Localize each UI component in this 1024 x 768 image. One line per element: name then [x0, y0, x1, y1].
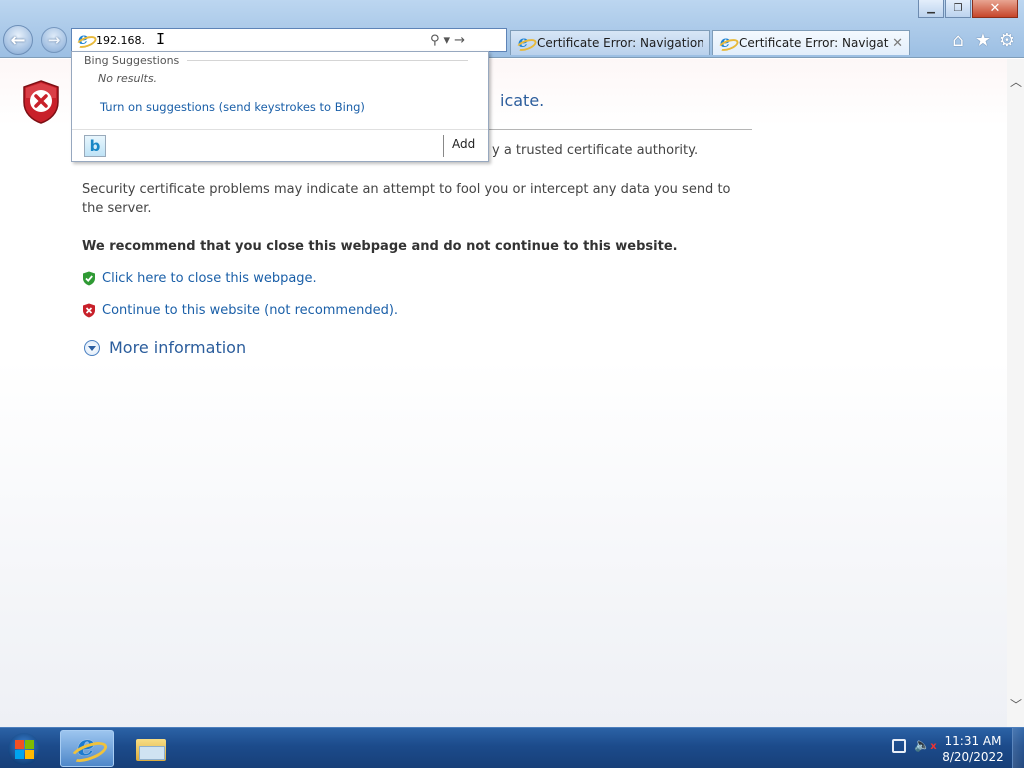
error-shield-icon — [23, 80, 59, 124]
address-suggestions-dropdown: Bing Suggestions No results. Turn on sug… — [71, 51, 489, 162]
ie-tab-icon — [719, 32, 735, 51]
close-tab-icon[interactable]: ✕ — [892, 36, 903, 51]
volume-muted-icon[interactable]: 🔈x — [914, 738, 937, 753]
tab-certificate-error-2[interactable]: Certificate Error: Navigation... ✕ — [712, 30, 910, 55]
page-heading: icate. — [500, 91, 545, 110]
more-information-link[interactable]: More information — [109, 338, 246, 357]
clock-date: 8/20/2022 — [942, 750, 1004, 764]
windows-logo-icon — [14, 749, 24, 759]
go-arrow-icon[interactable]: → — [454, 33, 465, 48]
bing-logo-icon[interactable]: b — [84, 135, 106, 157]
system-clock[interactable]: 11:31 AM 8/20/2022 — [940, 733, 1006, 765]
window-controls: ▁ ❐ ✕ — [917, 0, 1018, 18]
suggestions-footer: b Add — [72, 129, 488, 161]
ie-page-icon — [77, 29, 93, 48]
text-cursor-icon: I — [156, 30, 166, 48]
address-bar[interactable]: ⚲ ▾ → — [71, 28, 507, 52]
search-icon[interactable]: ⚲ — [430, 33, 440, 48]
scroll-down-icon[interactable]: ﹀ — [1010, 696, 1022, 713]
clock-time: 11:31 AM — [944, 734, 1002, 748]
tab-title: Certificate Error: Navigation Bl... — [537, 36, 703, 50]
recommendation-text: We recommend that you close this webpage… — [82, 239, 678, 254]
back-arrow-icon: ← — [10, 29, 26, 51]
windows-logo-icon — [24, 739, 34, 749]
close-webpage-link[interactable]: Click here to close this webpage. — [102, 271, 317, 286]
tab-certificate-error-1[interactable]: Certificate Error: Navigation Bl... — [510, 30, 710, 55]
add-search-provider-button[interactable]: Add — [452, 137, 475, 151]
internet-explorer-icon — [72, 729, 102, 764]
vertical-scrollbar[interactable]: ︿ ﹀ — [1007, 59, 1024, 727]
explanation-line: y a trusted certificate authority. — [492, 143, 699, 158]
suggestions-header-label: Bing Suggestions — [84, 54, 180, 67]
show-desktop-button[interactable] — [1012, 728, 1024, 768]
red-shield-icon — [83, 303, 95, 318]
network-icon[interactable] — [892, 739, 906, 753]
address-dropdown-icon[interactable]: ▾ — [444, 33, 451, 48]
address-input[interactable] — [96, 33, 426, 47]
windows-logo-icon — [24, 749, 34, 759]
restore-button[interactable]: ❐ — [945, 0, 971, 18]
browser-chrome: ▁ ❐ ✕ ← → ⚲ ▾ → Certificate Error: Navig… — [0, 0, 1024, 58]
continue-website-link[interactable]: Continue to this website (not recommende… — [102, 303, 398, 318]
continue-website-row: Continue to this website (not recommende… — [82, 303, 398, 318]
taskbar-file-explorer[interactable] — [124, 730, 178, 767]
forward-arrow-icon: → — [47, 31, 61, 49]
more-information-toggle[interactable]: More information — [84, 338, 246, 357]
mute-mark-icon: x — [930, 741, 937, 752]
close-window-button[interactable]: ✕ — [972, 0, 1018, 18]
windows-logo-icon — [14, 739, 24, 749]
home-icon[interactable]: ⌂ — [948, 30, 968, 51]
close-webpage-row: Click here to close this webpage. — [82, 271, 317, 286]
start-button[interactable] — [8, 733, 40, 765]
favorites-star-icon[interactable]: ★ — [973, 30, 993, 51]
taskbar: 🔈x 11:31 AM 8/20/2022 — [0, 727, 1024, 768]
minimize-button[interactable]: ▁ — [918, 0, 944, 18]
expand-chevron-icon — [84, 339, 100, 356]
green-shield-icon — [83, 271, 95, 286]
back-button[interactable]: ← — [3, 25, 33, 55]
suggestions-header: Bing Suggestions — [84, 54, 468, 67]
tab-title: Certificate Error: Navigation... — [739, 36, 889, 50]
ie-tab-icon — [517, 32, 533, 51]
speaker-icon: 🔈 — [914, 738, 931, 753]
footer-separator — [443, 135, 444, 157]
folder-icon — [136, 737, 166, 761]
security-warning-text: Security certificate problems may indica… — [82, 182, 731, 216]
turn-on-suggestions-link[interactable]: Turn on suggestions (send keystrokes to … — [100, 100, 365, 114]
gear-icon[interactable]: ⚙ — [997, 30, 1017, 51]
no-results-text: No results. — [98, 72, 158, 85]
forward-button[interactable]: → — [41, 27, 67, 53]
scroll-up-icon[interactable]: ︿ — [1010, 73, 1022, 90]
taskbar-internet-explorer[interactable] — [60, 729, 114, 767]
